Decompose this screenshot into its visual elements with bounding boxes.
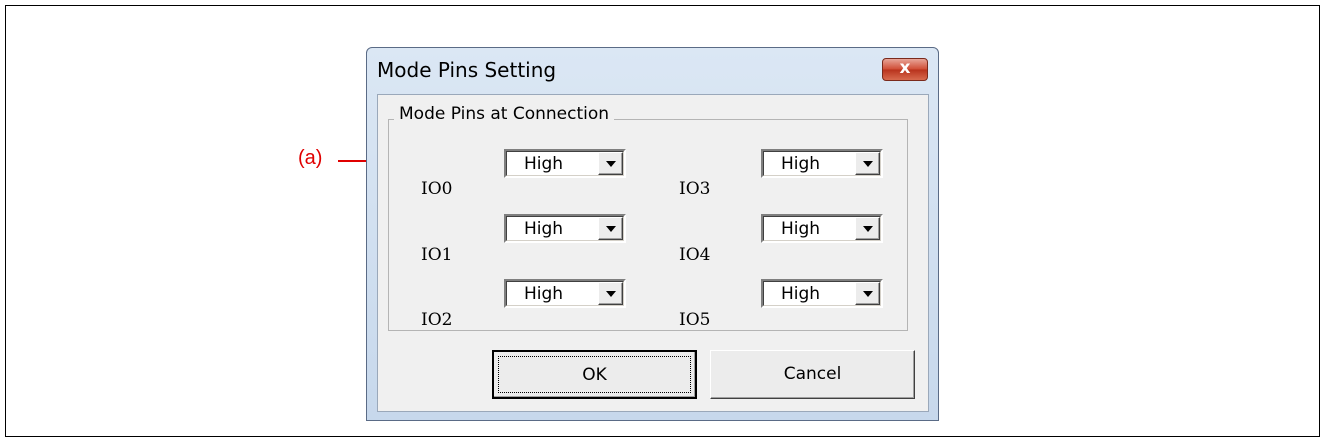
pin-label-io3: IO3: [679, 179, 711, 199]
title-bar[interactable]: Mode Pins Setting x: [367, 48, 938, 98]
io0-select[interactable]: High: [504, 149, 626, 178]
chevron-down-icon[interactable]: [855, 152, 880, 175]
group-label: Mode Pins at Connection: [394, 104, 615, 124]
pin-label-io4: IO4: [679, 245, 711, 265]
io0-select-value: High: [524, 154, 564, 174]
close-button[interactable]: x: [882, 58, 928, 81]
io3-select[interactable]: High: [761, 149, 883, 178]
mode-pins-dialog: Mode Pins Setting x Mode Pins at Connect…: [366, 47, 939, 421]
pin-label-io2: IO2: [421, 310, 453, 330]
close-icon: x: [899, 58, 911, 78]
io3-select-value: High: [781, 154, 821, 174]
io2-select-value: High: [524, 284, 564, 304]
io2-select[interactable]: High: [504, 279, 626, 308]
chevron-down-icon[interactable]: [855, 217, 880, 240]
dialog-client-area: Mode Pins at Connection IO0 High IO1 Hig…: [377, 94, 929, 412]
chevron-down-icon[interactable]: [598, 217, 623, 240]
ok-button[interactable]: OK: [492, 350, 697, 399]
io1-select-value: High: [524, 219, 564, 239]
io1-select[interactable]: High: [504, 214, 626, 243]
chevron-down-icon[interactable]: [598, 152, 623, 175]
io5-select[interactable]: High: [761, 279, 883, 308]
pin-label-io1: IO1: [421, 245, 453, 265]
ok-button-label: OK: [582, 365, 607, 385]
pin-label-io5: IO5: [679, 310, 711, 330]
io5-select-value: High: [781, 284, 821, 304]
io4-select-value: High: [781, 219, 821, 239]
cancel-button-label: Cancel: [783, 364, 842, 384]
dialog-title: Mode Pins Setting: [377, 58, 557, 82]
cancel-button[interactable]: Cancel: [710, 350, 915, 399]
chevron-down-icon[interactable]: [855, 282, 880, 305]
io4-select[interactable]: High: [761, 214, 883, 243]
chevron-down-icon[interactable]: [598, 282, 623, 305]
pin-label-io0: IO0: [421, 179, 453, 199]
